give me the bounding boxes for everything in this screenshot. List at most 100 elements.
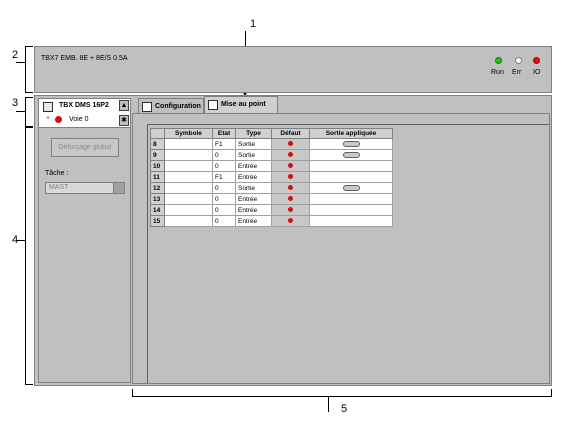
table-row[interactable]: 14 0 Entrée	[150, 204, 393, 216]
led-run-icon	[495, 57, 502, 64]
debug-main-panel: Symbole Etat Type Défaut Sortie appliqué…	[132, 113, 550, 384]
table-header-row: Symbole Etat Type Défaut Sortie appliqué…	[150, 128, 393, 139]
col-header-fault: Défaut	[271, 128, 310, 139]
channel-nav-down-button[interactable]: ✱	[119, 115, 129, 126]
channel-status-icon	[55, 116, 62, 123]
callout-4-bracket-bot	[25, 384, 33, 385]
col-header-state: Etat	[212, 128, 236, 139]
row-applied-output	[309, 215, 393, 227]
channel-label[interactable]: Voie 0	[69, 116, 88, 123]
callout-5-bracket-mid	[328, 396, 329, 412]
table-row[interactable]: 10 0 Entrée	[150, 160, 393, 172]
module-header: TBX7 EMB. 8E + 8E/S 0.5A Run Err IO	[34, 46, 552, 93]
row-fault[interactable]	[271, 215, 310, 227]
callout-4-bracket-mid	[16, 240, 26, 241]
row-number: 10	[150, 160, 165, 172]
row-state: 0	[212, 160, 236, 172]
row-type: Sortie	[235, 149, 272, 161]
row-type: Entrée	[235, 171, 272, 183]
col-header-applied: Sortie appliquée	[309, 128, 393, 139]
col-header-num	[150, 128, 165, 139]
led-run-label: Run	[491, 69, 504, 76]
row-type: Sortie	[235, 182, 272, 194]
row-applied-output	[309, 204, 393, 216]
row-number: 14	[150, 204, 165, 216]
tab-mise-au-point-label: Mise au point	[221, 101, 266, 108]
callout-3: 3	[12, 97, 19, 109]
tab-configuration-label: Configuration	[155, 103, 201, 110]
led-io-label: IO	[533, 69, 541, 76]
led-err-icon	[515, 57, 522, 64]
row-applied-output	[309, 193, 393, 205]
applied-output-toggle[interactable]	[342, 140, 360, 147]
row-number: 8	[150, 138, 165, 150]
callout-2: 2	[12, 49, 19, 61]
callout-3-bracket-v	[25, 97, 26, 127]
fault-indicator-icon	[288, 184, 293, 190]
row-symbol	[164, 138, 213, 150]
row-state: 0	[212, 182, 236, 194]
callout-4-bracket-top	[25, 127, 33, 128]
callout-2-bracket-v2	[25, 62, 26, 93]
task-dropdown-icon[interactable]	[113, 183, 124, 193]
row-type: Entrée	[235, 215, 272, 227]
table-row[interactable]: 11 F1 Entrée	[150, 171, 393, 183]
row-fault[interactable]	[271, 160, 310, 172]
row-fault[interactable]	[271, 204, 310, 216]
row-state: 0	[212, 193, 236, 205]
row-number: 15	[150, 215, 165, 227]
table-row[interactable]: 13 0 Entrée	[150, 193, 393, 205]
callout-2-bracket-top	[25, 46, 33, 47]
channel-expand-icon[interactable]: +	[46, 115, 50, 122]
row-fault[interactable]	[271, 138, 310, 150]
row-type: Sortie	[235, 138, 272, 150]
callout-2-bracket-bot	[25, 92, 33, 93]
row-applied-output	[309, 160, 393, 172]
task-select[interactable]: MAST	[45, 182, 125, 194]
row-type: Entrée	[235, 160, 272, 172]
row-fault[interactable]	[271, 182, 310, 194]
row-symbol	[164, 204, 213, 216]
applied-output-toggle[interactable]	[342, 184, 360, 191]
row-fault[interactable]	[271, 171, 310, 183]
fault-indicator-icon	[288, 206, 293, 212]
callout-5: 5	[341, 403, 348, 415]
col-header-type: Type	[235, 128, 272, 139]
row-applied-output[interactable]	[309, 149, 393, 161]
table-row[interactable]: 15 0 Entrée	[150, 215, 393, 227]
row-number: 12	[150, 182, 165, 194]
fault-indicator-icon	[288, 162, 293, 168]
row-type: Entrée	[235, 193, 272, 205]
fault-indicator-icon	[288, 217, 293, 223]
module-selector: TBX DMS 16P2 ▲ + Voie 0 ✱	[38, 98, 131, 129]
row-fault[interactable]	[271, 149, 310, 161]
row-fault[interactable]	[271, 193, 310, 205]
row-applied-output[interactable]	[309, 138, 393, 150]
row-number: 13	[150, 193, 165, 205]
applied-output-toggle[interactable]	[342, 151, 360, 158]
task-select-value: MAST	[49, 184, 69, 191]
row-state: 0	[212, 215, 236, 227]
module-name: TBX DMS 16P2	[59, 102, 109, 109]
row-symbol	[164, 193, 213, 205]
row-applied-output	[309, 171, 393, 183]
table-row[interactable]: 8 F1 Sortie	[150, 138, 393, 150]
fault-indicator-icon	[288, 195, 293, 201]
table-row[interactable]: 9 0 Sortie	[150, 149, 393, 161]
channel-table: Symbole Etat Type Défaut Sortie appliqué…	[150, 128, 393, 227]
debug-table-frame: Symbole Etat Type Défaut Sortie appliqué…	[147, 124, 549, 383]
table-body: 8 F1 Sortie 9 0 Sortie 10 0 Entrée 11 F1 Entrée 12 0 S…	[150, 138, 393, 227]
led-io-icon	[533, 57, 540, 64]
fault-indicator-icon	[288, 151, 293, 157]
table-row[interactable]: 12 0 Sortie	[150, 182, 393, 194]
row-type: Entrée	[235, 204, 272, 216]
fault-indicator-icon	[288, 140, 293, 146]
row-symbol	[164, 215, 213, 227]
callout-3-bracket-mid	[16, 111, 26, 112]
left-control-panel: Déforçage global Tâche : MAST	[38, 127, 131, 383]
task-label: Tâche :	[45, 170, 69, 177]
callout-3-bracket-top	[25, 97, 33, 98]
global-unforce-button[interactable]: Déforçage global	[51, 138, 119, 157]
row-applied-output[interactable]	[309, 182, 393, 194]
module-nav-up-button[interactable]: ▲	[119, 100, 129, 111]
